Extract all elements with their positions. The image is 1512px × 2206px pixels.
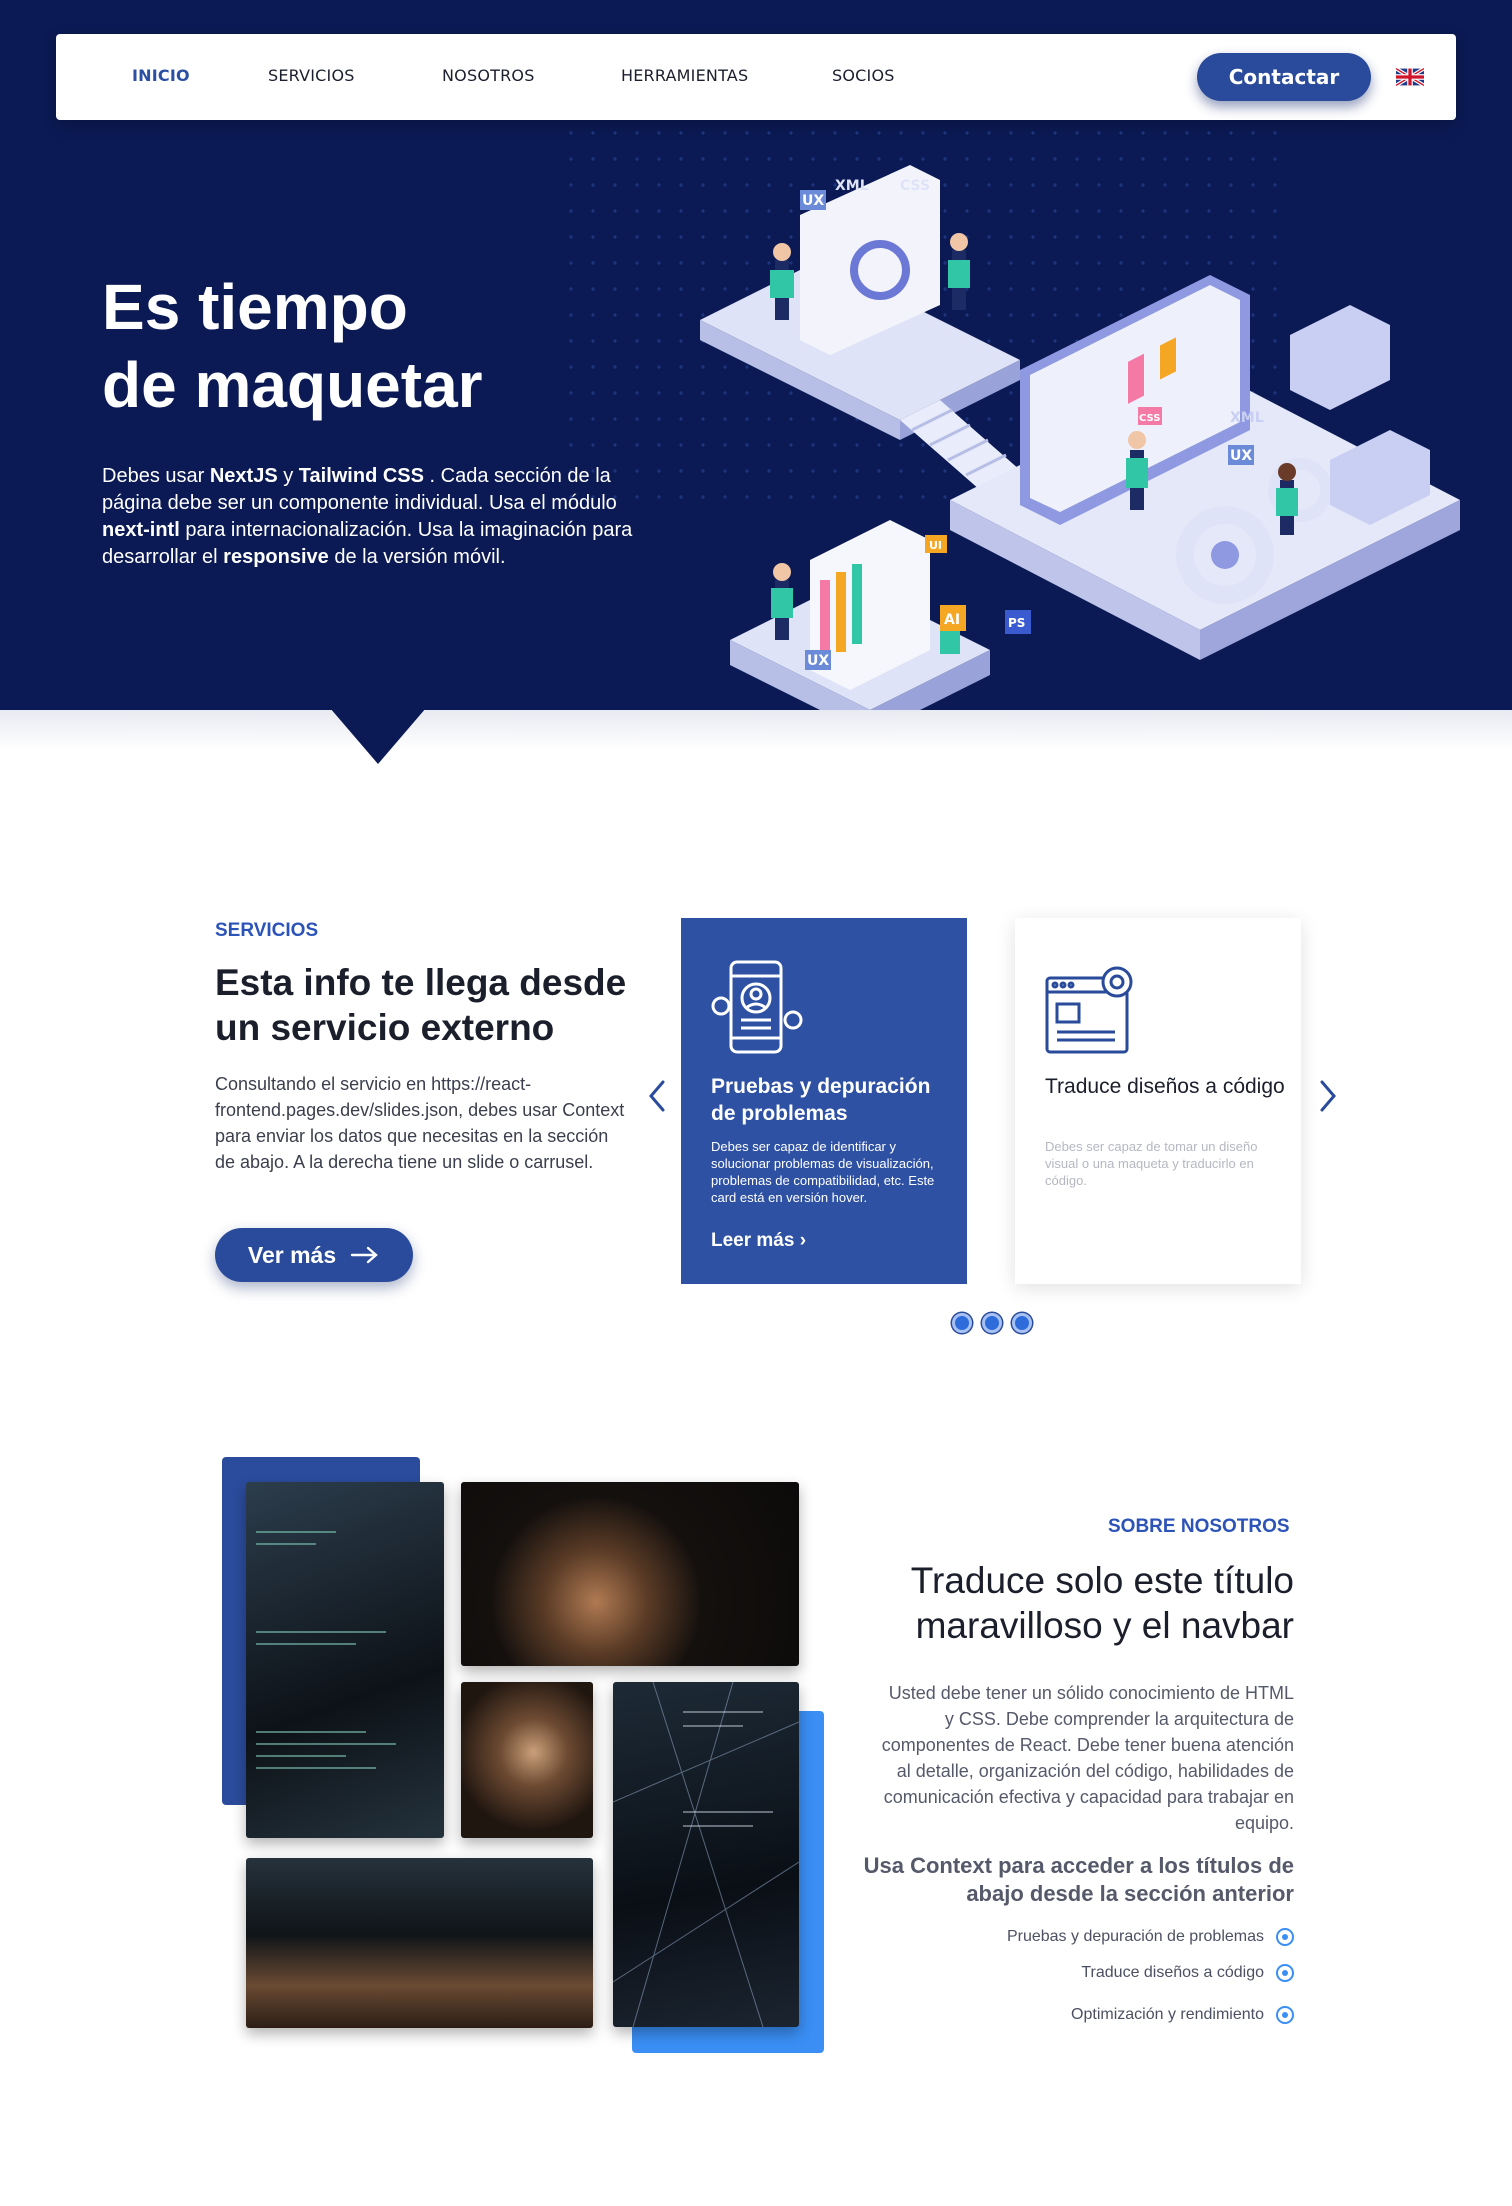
radio-dot-icon xyxy=(1276,2006,1294,2024)
ver-mas-button[interactable]: Ver más xyxy=(215,1228,413,1282)
photo-code-network xyxy=(613,1682,799,2027)
photo-woman-working xyxy=(461,1682,593,1838)
code-lines-image xyxy=(256,1531,396,1769)
isometric-dev-illustration: UX XML CSS UX XML CSS UI AI PS UX xyxy=(700,165,1460,710)
carousel-next-icon[interactable] xyxy=(1316,1078,1340,1114)
browser-window-gear-icon xyxy=(1045,966,1133,1054)
service-card-1[interactable]: Pruebas y depuración de problemas Debes … xyxy=(681,918,967,1284)
service-card-2-desc: Debes ser capaz de tomar un diseño visua… xyxy=(1045,1139,1258,1188)
about-list-item-1[interactable]: Pruebas y depuración de problemas xyxy=(1007,1928,1294,1946)
badge-css-1: CSS xyxy=(900,178,930,194)
hero-bottom-shadow xyxy=(0,710,1512,750)
carousel-dots xyxy=(952,1313,1032,1333)
services-title: Esta info te llega desde un servicio ext… xyxy=(215,962,627,1048)
hero-description: Debes usar NextJS y Tailwind CSS . Cada … xyxy=(102,465,633,568)
navbar: INICIO SERVICIOS NOSOTROS HERRAMIENTAS S… xyxy=(56,34,1456,120)
carousel-dot-2[interactable] xyxy=(982,1313,1002,1333)
badge-ps: PS xyxy=(1008,616,1025,630)
service-card-2[interactable]: Traduce diseños a código Debes ser capaz… xyxy=(1015,918,1301,1284)
nav-item-herramientas[interactable]: HERRAMIENTAS xyxy=(621,66,748,85)
nav-item-socios[interactable]: SOCIOS xyxy=(832,66,895,85)
about-list-item-3[interactable]: Optimización y rendimiento xyxy=(1071,2006,1294,2024)
photo-keyboard-hands xyxy=(246,1858,593,2028)
nav-item-servicios[interactable]: SERVICIOS xyxy=(268,66,355,85)
badge-css-2: CSS xyxy=(1139,413,1160,424)
about-kicker: SOBRE NOSOTROS xyxy=(1108,1516,1290,1537)
uk-flag-icon[interactable] xyxy=(1396,68,1424,86)
hero-title: Es tiempo de maquetar xyxy=(102,271,483,421)
radio-dot-icon xyxy=(1276,1964,1294,1982)
badge-ux-1: UX xyxy=(802,193,824,209)
badge-ui: UI xyxy=(929,539,942,552)
services-description: Consultando el servicio en https://react… xyxy=(215,1074,625,1172)
arrow-right-icon xyxy=(350,1246,378,1264)
nav-item-inicio[interactable]: INICIO xyxy=(132,66,190,85)
about-subtitle: Usa Context para acceder a los títulos d… xyxy=(863,1853,1294,1906)
contact-button[interactable]: Contactar xyxy=(1197,53,1371,101)
about-description: Usted debe tener un sólido conocimiento … xyxy=(881,1683,1294,1833)
radio-dot-icon xyxy=(1276,1928,1294,1946)
badge-ai: AI xyxy=(944,612,960,628)
service-card-1-desc: Debes ser capaz de identificar y solucio… xyxy=(711,1139,935,1205)
about-list-item-2[interactable]: Traduce diseños a código xyxy=(1081,1964,1294,1982)
badge-ux-2: UX xyxy=(1230,448,1252,464)
chevron-right-icon: › xyxy=(799,1230,807,1251)
service-card-1-title: Pruebas y depuración de problemas xyxy=(711,1075,931,1125)
nav-item-nosotros[interactable]: NOSOTROS xyxy=(442,66,535,85)
hero-section: INICIO SERVICIOS NOSOTROS HERRAMIENTAS S… xyxy=(0,0,1512,710)
badge-ux-3: UX xyxy=(807,653,829,669)
carousel-dot-1[interactable] xyxy=(952,1313,972,1333)
service-card-2-title: Traduce diseños a código xyxy=(1045,1075,1285,1098)
hero-notch xyxy=(330,708,426,764)
photo-woman-glasses xyxy=(461,1482,799,1666)
badge-xml-1: XML xyxy=(835,178,869,194)
network-lines-image xyxy=(613,1682,799,2027)
mobile-profile-gear-icon xyxy=(711,960,803,1054)
about-title: Traduce solo este título maravilloso y e… xyxy=(910,1560,1294,1646)
badge-xml-2: XML xyxy=(1230,410,1264,426)
carousel-prev-icon[interactable] xyxy=(645,1078,669,1114)
services-kicker: SERVICIOS xyxy=(215,920,319,941)
carousel-dot-3[interactable] xyxy=(1012,1313,1032,1333)
photo-code-screen xyxy=(246,1482,444,1838)
leer-mas-link[interactable]: Leer más › xyxy=(711,1230,806,1252)
